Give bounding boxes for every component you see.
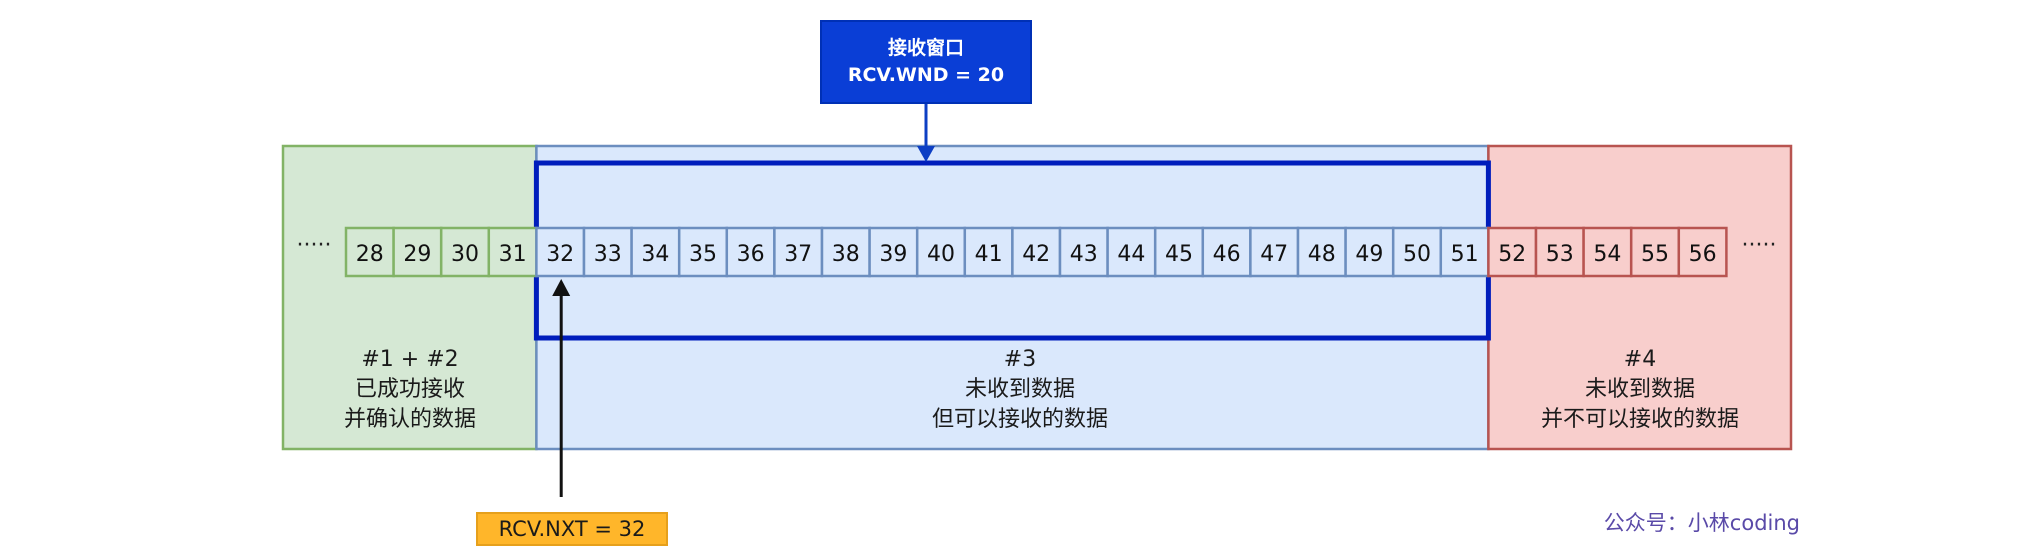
seq-cell-46: 46	[1201, 226, 1252, 278]
seq-number: 56	[1689, 242, 1717, 267]
seq-cell-50: 50	[1391, 226, 1443, 278]
seq-cell-52: 52	[1487, 226, 1538, 278]
region-acked-line-1: #1 + #2	[361, 347, 459, 372]
seq-cell-40: 40	[915, 226, 967, 278]
seq-cell-39: 39	[868, 226, 919, 278]
seq-cell-51: 51	[1439, 226, 1490, 278]
seq-number: 33	[594, 242, 622, 267]
region-acked-line-2: 已成功接收	[354, 377, 465, 402]
seq-number: 44	[1117, 242, 1145, 267]
seq-number: 47	[1260, 242, 1288, 267]
rcv-nxt-box: RCV.NXT = 32	[476, 512, 668, 546]
seq-cell-54: 54	[1582, 226, 1633, 278]
sequence-cells: 28 29 30 31 32 33 34 35 36 37 38 39 40 41 42 43 44 45 46 47…	[344, 226, 1728, 278]
region-window-line-3: 但可以接收的数据	[931, 407, 1108, 432]
seq-number: 37	[784, 242, 812, 267]
receive-window-param: RCV.WND = 20	[847, 64, 1005, 86]
seq-cell-53: 53	[1534, 226, 1585, 278]
region-outside-line-2: 未收到数据	[1584, 377, 1695, 402]
seq-number: 46	[1213, 242, 1241, 267]
seq-cell-49: 49	[1344, 226, 1395, 278]
seq-cell-37: 37	[773, 226, 824, 278]
region-label-outside: #4 未收到数据 并不可以接收的数据	[1490, 345, 1790, 435]
watermark: 公众号：小林coding	[1603, 511, 1800, 535]
seq-number: 43	[1070, 242, 1098, 267]
seq-cell-42: 42	[1011, 226, 1062, 278]
seq-number: 50	[1403, 242, 1431, 267]
seq-number: 35	[689, 242, 717, 267]
seq-cell-31: 31	[487, 226, 538, 278]
seq-cell-55: 55	[1629, 226, 1681, 278]
seq-number: 31	[499, 242, 527, 267]
diagram-stage: 28 29 30 31 32 33 34 35 36 37 38 39 40 41 42 43 44 45 46 47…	[0, 0, 2040, 560]
seq-cell-43: 43	[1058, 226, 1109, 278]
seq-number: 36	[737, 242, 765, 267]
seq-cell-45: 45	[1153, 226, 1205, 278]
seq-number: 28	[356, 242, 384, 267]
seq-number: 48	[1308, 242, 1336, 267]
seq-number: 40	[927, 242, 955, 267]
seq-cell-28: 28	[344, 226, 395, 278]
seq-number: 55	[1641, 242, 1669, 267]
receive-window-box: 接收窗口 RCV.WND = 20	[820, 20, 1032, 104]
region-window-line-2: 未收到数据	[964, 377, 1075, 402]
region-window-line-1: #3	[1003, 347, 1037, 372]
seq-number: 41	[975, 242, 1003, 267]
seq-number: 45	[1165, 242, 1193, 267]
region-label-window: #3 未收到数据 但可以接收的数据	[870, 345, 1170, 435]
seq-number: 49	[1355, 242, 1383, 267]
seq-cell-30: 30	[439, 226, 491, 278]
region-acked-line-3: 并确认的数据	[343, 407, 476, 432]
ellipsis-right: ·····	[1742, 233, 1777, 258]
seq-cell-29: 29	[392, 226, 443, 278]
seq-cell-38: 38	[820, 226, 871, 278]
seq-cell-36: 36	[725, 226, 776, 278]
seq-cell-56: 56	[1677, 226, 1728, 278]
seq-number: 53	[1546, 242, 1574, 267]
receive-window-title: 接收窗口	[887, 37, 964, 59]
region-outside-line-1: #4	[1623, 347, 1657, 372]
seq-number: 39	[879, 242, 907, 267]
seq-cell-48: 48	[1296, 226, 1347, 278]
seq-cell-34: 34	[630, 226, 681, 278]
seq-cell-41: 41	[963, 226, 1014, 278]
seq-number: 34	[641, 242, 669, 267]
seq-number: 30	[451, 242, 479, 267]
seq-number: 42	[1022, 242, 1050, 267]
seq-cell-32: 32	[535, 226, 586, 278]
seq-cell-33: 33	[582, 226, 633, 278]
seq-number: 51	[1451, 242, 1479, 267]
rcv-nxt-label: RCV.NXT = 32	[498, 517, 646, 541]
seq-cell-44: 44	[1106, 226, 1157, 278]
seq-number: 38	[832, 242, 860, 267]
seq-number: 29	[403, 242, 431, 267]
seq-number: 52	[1498, 242, 1526, 267]
ellipsis-left: ·····	[297, 233, 332, 258]
seq-cell-35: 35	[677, 226, 729, 278]
region-outside-line-3: 并不可以接收的数据	[1540, 407, 1739, 432]
seq-number: 32	[546, 242, 574, 267]
seq-cell-47: 47	[1249, 226, 1300, 278]
seq-number: 54	[1593, 242, 1621, 267]
region-label-acked: #1 + #2 已成功接收 并确认的数据	[260, 345, 560, 435]
